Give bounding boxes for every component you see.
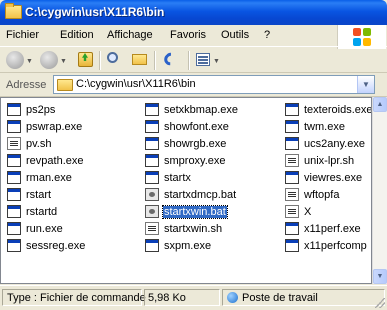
file-name[interactable]: x11perf.exe	[304, 223, 361, 235]
status-size: 5,98 Ko	[148, 292, 186, 304]
file-name[interactable]: texteroids.exe	[304, 104, 371, 116]
file-name[interactable]: rstart	[26, 189, 51, 201]
back-arrow-icon[interactable]	[6, 51, 24, 69]
status-size-pane: 5,98 Ko	[144, 289, 220, 306]
file-name[interactable]: sxpm.exe	[164, 240, 211, 252]
script-file-icon	[145, 222, 159, 235]
executable-icon	[285, 103, 299, 116]
menu-help[interactable]: ?	[264, 29, 270, 41]
file-name[interactable]: startxwin.bat	[162, 205, 228, 219]
forward-dropdown-icon[interactable]: ▼	[60, 58, 67, 65]
executable-icon	[285, 171, 299, 184]
script-file-icon	[285, 188, 299, 201]
file-name[interactable]: x11perfcomp	[304, 240, 367, 252]
file-name[interactable]: sessreg.exe	[26, 240, 85, 252]
executable-icon	[145, 103, 159, 116]
file-name[interactable]: wftopfa	[304, 189, 339, 201]
file-name[interactable]: startx	[164, 172, 191, 184]
file-name[interactable]: pswrap.exe	[26, 121, 82, 133]
file-name[interactable]: startxdmcp.bat	[164, 189, 236, 201]
executable-icon	[7, 222, 21, 235]
vertical-scrollbar[interactable]: ▲ ▼	[372, 97, 387, 284]
batch-file-icon	[145, 188, 159, 201]
executable-icon	[145, 239, 159, 252]
undo-icon[interactable]	[161, 50, 180, 68]
forward-arrow-icon[interactable]	[40, 51, 58, 69]
script-file-icon	[285, 205, 299, 218]
up-folder-icon[interactable]	[78, 52, 93, 67]
executable-icon	[7, 154, 21, 167]
menu-edition[interactable]: Edition	[60, 29, 94, 41]
back-dropdown-icon[interactable]: ▼	[26, 58, 33, 65]
views-icon[interactable]	[196, 53, 210, 66]
file-name[interactable]: showfont.exe	[164, 121, 229, 133]
status-type: Type : Fichier de commande	[7, 292, 146, 304]
executable-icon	[145, 171, 159, 184]
executable-icon	[285, 137, 299, 150]
executable-icon	[7, 188, 21, 201]
folders-icon[interactable]	[132, 54, 147, 65]
file-name[interactable]: startxwin.sh	[164, 223, 222, 235]
menu-fichier[interactable]: Fichier	[6, 29, 39, 41]
executable-icon	[145, 137, 159, 150]
file-name[interactable]: ps2ps	[26, 104, 55, 116]
file-name[interactable]: rstartd	[26, 206, 57, 218]
executable-icon	[285, 120, 299, 133]
status-bar: Type : Fichier de commande 5,98 Ko Poste…	[0, 285, 387, 310]
menu-outils[interactable]: Outils	[221, 29, 249, 41]
file-list[interactable]: ps2ps pswrap.exe pv.sh revpath.exe rman.exe r…	[0, 97, 372, 284]
file-name[interactable]: unix-lpr.sh	[304, 155, 354, 167]
file-name[interactable]: showrgb.exe	[164, 138, 226, 150]
file-name[interactable]: X	[304, 206, 311, 218]
executable-icon	[285, 239, 299, 252]
address-dropdown-icon[interactable]: ▼	[357, 76, 374, 93]
address-bar: Adresse C:\cygwin\usr\X11R6\bin ▼	[0, 73, 387, 97]
file-name[interactable]: viewres.exe	[304, 172, 362, 184]
address-value[interactable]: C:\cygwin\usr\X11R6\bin	[76, 78, 196, 90]
resize-grip-icon[interactable]	[375, 298, 385, 308]
file-name[interactable]: smproxy.exe	[164, 155, 226, 167]
batch-file-icon	[145, 205, 159, 218]
executable-icon	[145, 120, 159, 133]
address-label: Adresse	[6, 79, 47, 91]
file-name[interactable]: setxkbmap.exe	[164, 104, 238, 116]
file-name[interactable]: ucs2any.exe	[304, 138, 365, 150]
script-file-icon	[7, 137, 21, 150]
executable-icon	[285, 222, 299, 235]
toolbar-separator	[99, 51, 101, 70]
computer-icon	[227, 292, 238, 303]
file-name[interactable]: pv.sh	[26, 138, 51, 150]
file-name[interactable]: revpath.exe	[26, 155, 83, 167]
views-dropdown-icon[interactable]: ▼	[213, 58, 220, 65]
folder-icon	[5, 3, 22, 19]
executable-icon	[7, 171, 21, 184]
executable-icon	[145, 154, 159, 167]
window-title: C:\cygwin\usr\X11R6\bin	[25, 5, 165, 19]
address-input[interactable]: C:\cygwin\usr\X11R6\bin ▼	[53, 75, 375, 94]
script-file-icon	[285, 154, 299, 167]
toolbar-separator	[154, 51, 156, 70]
scroll-up-arrow-icon[interactable]: ▲	[373, 97, 387, 112]
status-type-pane: Type : Fichier de commande	[2, 289, 146, 306]
scroll-down-arrow-icon[interactable]: ▼	[373, 269, 387, 284]
menu-favoris[interactable]: Favoris	[170, 29, 206, 41]
menu-bar: Fichier Edition Affichage Favoris Outils…	[0, 25, 387, 46]
folder-icon	[57, 79, 73, 91]
status-zone: Poste de travail	[242, 292, 318, 304]
search-icon[interactable]	[107, 52, 118, 63]
file-name[interactable]: run.exe	[26, 223, 63, 235]
executable-icon	[7, 205, 21, 218]
status-zone-pane: Poste de travail	[222, 289, 385, 306]
file-name[interactable]: rman.exe	[26, 172, 72, 184]
executable-icon	[7, 103, 21, 116]
toolbar-separator	[188, 51, 190, 70]
executable-icon	[7, 120, 21, 133]
toolbar: ▼ ▼ ▼	[0, 46, 387, 73]
title-bar[interactable]: C:\cygwin\usr\X11R6\bin	[0, 0, 387, 25]
menu-affichage[interactable]: Affichage	[107, 29, 153, 41]
executable-icon	[7, 239, 21, 252]
file-name[interactable]: twm.exe	[304, 121, 345, 133]
